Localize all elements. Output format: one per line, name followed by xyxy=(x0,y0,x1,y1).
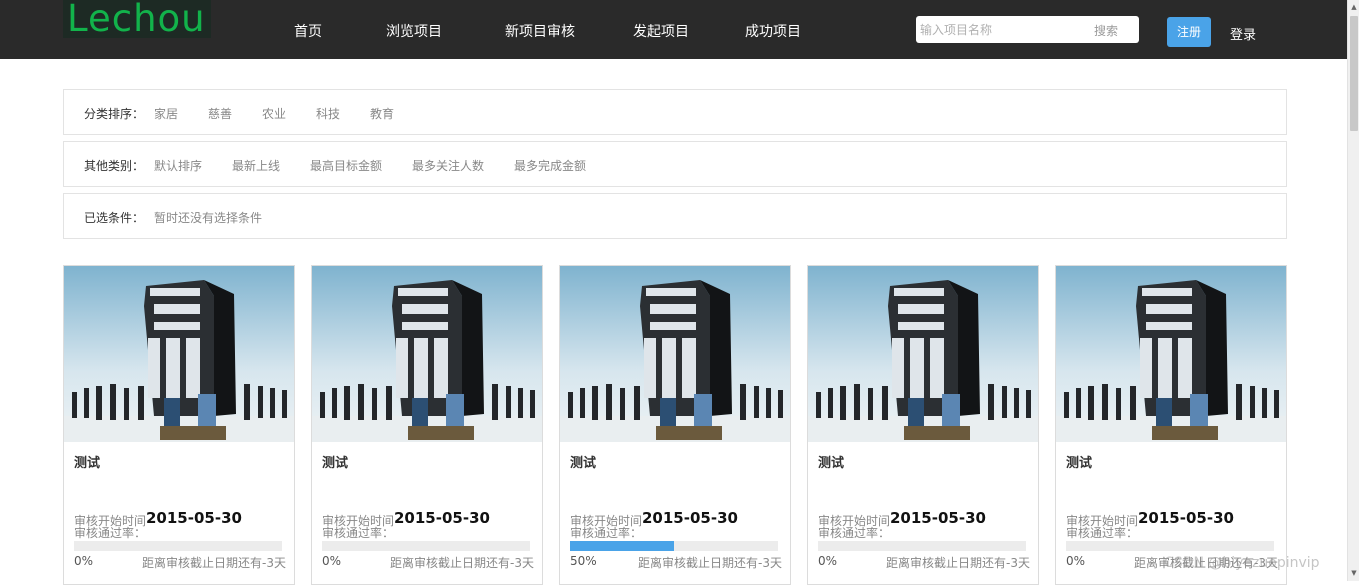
approval-progress-bar xyxy=(818,541,1026,551)
login-link[interactable]: 登录 xyxy=(1230,24,1256,43)
project-image[interactable] xyxy=(808,266,1038,442)
review-start-date: 2015-05-30 xyxy=(146,509,242,527)
approval-progress-bar xyxy=(1066,541,1274,551)
approval-rate-label: 审核通过率： xyxy=(1066,526,1139,540)
approval-percent: 0% xyxy=(1066,554,1086,568)
search-box: 搜索 xyxy=(916,16,1139,43)
project-image[interactable] xyxy=(312,266,542,442)
project-title[interactable]: 测试 xyxy=(74,452,100,471)
sort-filter-label: 其他类别： xyxy=(84,159,145,173)
register-button[interactable]: 注册 xyxy=(1167,17,1211,47)
sort-filter-row: 其他类别： 默认排序 最新上线 最高目标金额 最多关注人数 最多完成金额 xyxy=(63,141,1287,187)
scroll-up-arrow-icon[interactable]: ▲ xyxy=(1350,0,1358,14)
top-header: Lechou 首页 浏览项目 新项目审核 发起项目 成功项目 搜索 注册 登录 xyxy=(0,0,1347,59)
approval-rate-label: 审核通过率： xyxy=(74,526,147,540)
selected-conditions-row: 已选条件： 暂时还没有选择条件 xyxy=(63,193,1287,239)
scroll-thumb[interactable] xyxy=(1350,16,1358,131)
category-option-agriculture[interactable]: 农业 xyxy=(262,105,286,122)
project-card[interactable]: 测试 审核开始时间 2015-05-30 审核通过率： 0% 距离审核截止日期还… xyxy=(807,265,1039,585)
page-scrollbar[interactable]: ▲ ▼ xyxy=(1347,0,1359,581)
approval-rate-label: 审核通过率： xyxy=(570,526,643,540)
review-deadline: 距离审核截止日期还有-3天 xyxy=(142,556,286,570)
search-button[interactable]: 搜索 xyxy=(1094,22,1118,39)
category-option-charity[interactable]: 慈善 xyxy=(208,105,232,122)
project-title[interactable]: 测试 xyxy=(818,452,844,471)
approval-rate-label: 审核通过率： xyxy=(818,526,891,540)
approval-progress-bar xyxy=(74,541,282,551)
project-title[interactable]: 测试 xyxy=(570,452,596,471)
approval-percent: 0% xyxy=(322,554,342,568)
sort-option-highest-target[interactable]: 最高目标金额 xyxy=(310,157,382,174)
approval-progress-fill xyxy=(570,541,674,551)
category-filter-label: 分类排序： xyxy=(84,107,145,121)
sort-option-default[interactable]: 默认排序 xyxy=(154,157,202,174)
nav-browse-projects[interactable]: 浏览项目 xyxy=(386,21,442,41)
review-deadline: 距离审核截止日期还有-3天 xyxy=(886,556,1030,570)
category-option-education[interactable]: 教育 xyxy=(370,105,394,122)
csdn-watermark: CSDN @biyezuopinvip xyxy=(1164,555,1320,571)
category-option-technology[interactable]: 科技 xyxy=(316,105,340,122)
review-deadline: 距离审核截止日期还有-3天 xyxy=(638,556,782,570)
nav-start-project[interactable]: 发起项目 xyxy=(633,21,689,41)
project-card[interactable]: 测试 审核开始时间 2015-05-30 审核通过率： 0% 距离审核截止日期还… xyxy=(1055,265,1287,585)
nav-new-project-review[interactable]: 新项目审核 xyxy=(505,21,575,41)
review-start-date: 2015-05-30 xyxy=(642,509,738,527)
approval-percent: 0% xyxy=(74,554,94,568)
approval-percent: 0% xyxy=(818,554,838,568)
project-card[interactable]: 测试 审核开始时间 2015-05-30 审核通过率： 50% 距离审核截止日期… xyxy=(559,265,791,585)
search-input[interactable] xyxy=(920,20,1080,39)
nav-successful-projects[interactable]: 成功项目 xyxy=(745,21,801,41)
project-card[interactable]: 测试 审核开始时间 2015-05-30 审核通过率： 0% 距离审核截止日期还… xyxy=(311,265,543,585)
approval-progress-bar xyxy=(322,541,530,551)
project-image[interactable] xyxy=(64,266,294,442)
nav-home[interactable]: 首页 xyxy=(294,21,322,41)
sort-option-most-completed[interactable]: 最多完成金额 xyxy=(514,157,586,174)
review-deadline: 距离审核截止日期还有-3天 xyxy=(390,556,534,570)
category-option-home[interactable]: 家居 xyxy=(154,105,178,122)
selected-conditions-value: 暂时还没有选择条件 xyxy=(154,211,263,225)
project-title[interactable]: 测试 xyxy=(322,452,348,471)
project-card[interactable]: 测试 审核开始时间 2015-05-30 审核通过率： 0% 距离审核截止日期还… xyxy=(63,265,295,585)
scroll-down-arrow-icon[interactable]: ▼ xyxy=(1350,566,1358,580)
site-logo[interactable]: Lechou xyxy=(63,0,211,38)
project-title[interactable]: 测试 xyxy=(1066,452,1092,471)
review-start-date: 2015-05-30 xyxy=(394,509,490,527)
approval-progress-bar xyxy=(570,541,778,551)
selected-conditions-label: 已选条件： xyxy=(84,211,145,225)
project-image[interactable] xyxy=(560,266,790,442)
category-filter-row: 分类排序： 家居 慈善 农业 科技 教育 xyxy=(63,89,1287,135)
sort-option-most-followers[interactable]: 最多关注人数 xyxy=(412,157,484,174)
sort-option-newest[interactable]: 最新上线 xyxy=(232,157,280,174)
approval-percent: 50% xyxy=(570,554,597,568)
approval-rate-label: 审核通过率： xyxy=(322,526,395,540)
review-start-date: 2015-05-30 xyxy=(1138,509,1234,527)
review-start-date: 2015-05-30 xyxy=(890,509,986,527)
project-image[interactable] xyxy=(1056,266,1286,442)
